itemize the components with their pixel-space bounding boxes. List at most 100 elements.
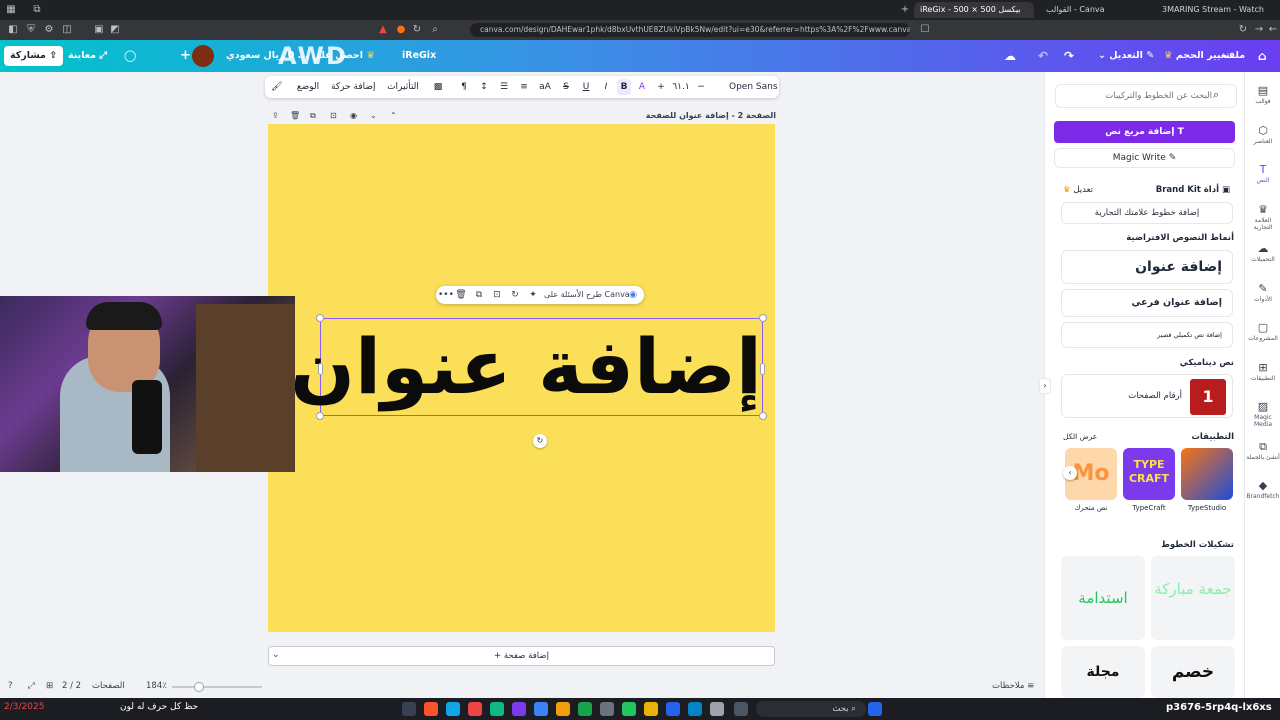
font-combo-card[interactable]: خصم خاص <box>1151 646 1235 698</box>
forward-icon[interactable]: ← <box>1266 23 1280 37</box>
undo-icon[interactable]: ↶ <box>1032 46 1054 66</box>
brand-kit-edit[interactable]: تعديل ♛ <box>1063 185 1093 195</box>
rail-item[interactable]: ⧉ أنشئ بالجملة <box>1245 440 1280 461</box>
heading-text-box[interactable]: إضافة عنوان <box>290 314 767 420</box>
share-page-icon[interactable]: ⇪ <box>272 108 279 124</box>
notes-button[interactable]: ملاحظات ≡ <box>992 681 1034 691</box>
add-subheading-card[interactable]: إضافة عنوان فرعي <box>1061 289 1233 317</box>
comment-icon[interactable]: ◯ <box>118 46 142 66</box>
brave-icon[interactable] <box>424 702 438 716</box>
more-options-icon[interactable]: ••• <box>438 288 454 302</box>
see-all-link[interactable]: عرض الكل <box>1063 432 1097 441</box>
zoom-slider-thumb[interactable] <box>194 682 204 692</box>
animate-button[interactable]: إضافة حركة <box>331 79 376 95</box>
resize-handle-top-right[interactable] <box>759 314 767 322</box>
text-direction-icon[interactable]: ¶ <box>457 79 471 95</box>
edge-icon[interactable] <box>688 702 702 716</box>
taskbar-app-icon[interactable] <box>512 702 526 716</box>
add-heading-card[interactable]: إضافة عنوان <box>1061 250 1233 284</box>
help-icon[interactable]: ? <box>8 681 13 691</box>
hide-page-icon[interactable]: ◉ <box>350 108 357 124</box>
excel-icon[interactable] <box>578 702 592 716</box>
taskbar-app-icon[interactable] <box>446 702 460 716</box>
resize-button[interactable]: ♛ تغيير الحجم <box>1158 46 1236 66</box>
chevron-down-icon[interactable]: ⌄ <box>272 650 280 660</box>
rotate-icon[interactable]: ↻ <box>508 288 522 302</box>
preview-button[interactable]: معاينة ⤢ <box>62 46 113 66</box>
resize-handle-bottom-left[interactable] <box>316 412 324 420</box>
add-page-button[interactable]: + إضافة صفحة <box>268 646 775 666</box>
collapse-down-icon[interactable]: ⌄ <box>370 108 377 124</box>
play-icon[interactable] <box>622 702 636 716</box>
position-button[interactable]: الوضع <box>293 79 323 95</box>
underline-icon[interactable]: U <box>579 79 593 95</box>
resize-handle-right[interactable] <box>760 363 765 375</box>
history-icon[interactable]: ◫ <box>60 23 74 37</box>
font-family-select[interactable]: Open Sans <box>729 79 778 95</box>
rail-item[interactable]: ◆ Brandfetch <box>1245 479 1280 500</box>
taskbar-app-icon[interactable] <box>402 702 416 716</box>
add-body-card[interactable]: إضافة نص تكميلي قصير <box>1061 322 1233 348</box>
effects-button[interactable]: التأثيرات <box>385 79 421 95</box>
list-icon[interactable]: ☰ <box>497 79 511 95</box>
fullscreen-icon[interactable]: ⤢ <box>28 681 35 691</box>
resize-handle-top-left[interactable] <box>316 314 324 322</box>
app-typecraft-thumb[interactable]: TYPE CRAFT <box>1123 448 1175 500</box>
taskbar-app-icon[interactable] <box>600 702 614 716</box>
font-size-decrease[interactable]: − <box>695 79 707 95</box>
taskbar-search[interactable]: بحث ⌕ <box>756 701 866 717</box>
tab-design[interactable]: iReGix - 500 × 500 بيكسل <box>914 2 1034 18</box>
rail-item[interactable]: ✎ الأدوات <box>1245 282 1280 303</box>
lock-page-icon[interactable]: ⊡ <box>330 108 337 124</box>
design-title[interactable]: iReGix <box>396 46 442 66</box>
font-combo-card[interactable]: جمعة مباركة <box>1151 556 1235 640</box>
letter-case-icon[interactable]: aA <box>537 79 553 95</box>
add-collaborator-icon[interactable]: + <box>174 46 197 66</box>
transparency-icon[interactable]: ▩ <box>431 79 445 95</box>
tab-stream[interactable]: 3MARING Stream - Watch Live on Ki <box>1156 2 1266 18</box>
zoom-level[interactable]: 184٪ <box>146 681 167 691</box>
chrome-icon[interactable] <box>556 702 570 716</box>
carousel-prev-icon[interactable]: ‹ <box>1063 466 1077 480</box>
font-search-input[interactable]: البحث عن الخطوط والتركيبات <box>1055 84 1237 108</box>
editing-mode-button[interactable]: ⌄ التعديل ✎ <box>1092 46 1160 66</box>
windows-start-icon[interactable] <box>868 702 882 716</box>
window-icon[interactable]: ⧉ <box>30 3 44 17</box>
spacing-icon[interactable]: ↕ <box>477 79 491 95</box>
bold-icon[interactable]: B <box>617 79 631 95</box>
italic-icon[interactable]: I <box>599 79 613 95</box>
tab-templates[interactable]: القوالب - Canva <box>1040 2 1150 18</box>
collapse-up-icon[interactable]: ⌃ <box>390 108 397 124</box>
rail-item[interactable]: ▨ Magic Media <box>1245 400 1280 428</box>
delete-page-icon[interactable]: 🗑 <box>290 108 300 124</box>
rail-item[interactable]: ♛ العلامة التجارية <box>1245 203 1280 231</box>
taskbar-app-icon[interactable] <box>534 702 548 716</box>
rail-item[interactable]: ⬡ العناصر <box>1245 124 1280 145</box>
rail-item[interactable]: ▤ قوالب <box>1245 84 1280 105</box>
font-size-increase[interactable]: + <box>655 79 667 95</box>
url-field[interactable]: canva.com/design/DAHEwar1phk/d8bxUvthUE8… <box>470 23 910 37</box>
magic-edit-icon[interactable]: ✦ <box>526 288 540 302</box>
extensions-icon[interactable]: ◩ <box>108 23 122 37</box>
collapse-panel-button[interactable]: › <box>1039 378 1051 394</box>
strikethrough-icon[interactable]: S <box>559 79 573 95</box>
new-tab-icon[interactable]: + <box>898 3 912 17</box>
rail-item[interactable]: ☁ التحميلات <box>1245 242 1280 263</box>
grid-view-icon[interactable]: ⊞ <box>46 681 53 691</box>
magic-write-button[interactable]: Magic Write ✎ <box>1054 148 1235 168</box>
refresh-icon[interactable]: ↻ <box>1236 23 1250 37</box>
font-size-input[interactable]: ٦١.١ <box>669 79 693 95</box>
page-numbers-card[interactable]: 1 أرقام الصفحات <box>1061 374 1233 418</box>
resize-handle-left[interactable] <box>318 363 323 375</box>
rail-item[interactable]: ▢ المشروعات <box>1245 321 1280 342</box>
taskbar-app-icon[interactable] <box>490 702 504 716</box>
page-title[interactable]: الصفحة 2 - إضافة عنوان للصفحة <box>646 108 776 124</box>
taskbar-app-icon[interactable] <box>468 702 482 716</box>
home-icon[interactable]: ⌂ <box>1252 46 1273 66</box>
browser-menu-icon[interactable]: ▦ <box>4 3 18 17</box>
ask-canva-button[interactable]: طرح الأسئلة على Canva <box>544 288 630 302</box>
paint-format-icon[interactable]: 🖌 <box>269 79 285 95</box>
task-view-icon[interactable] <box>734 702 748 716</box>
align-icon[interactable]: ≡ <box>517 79 531 95</box>
cloud-save-icon[interactable]: ☁ <box>998 46 1022 66</box>
